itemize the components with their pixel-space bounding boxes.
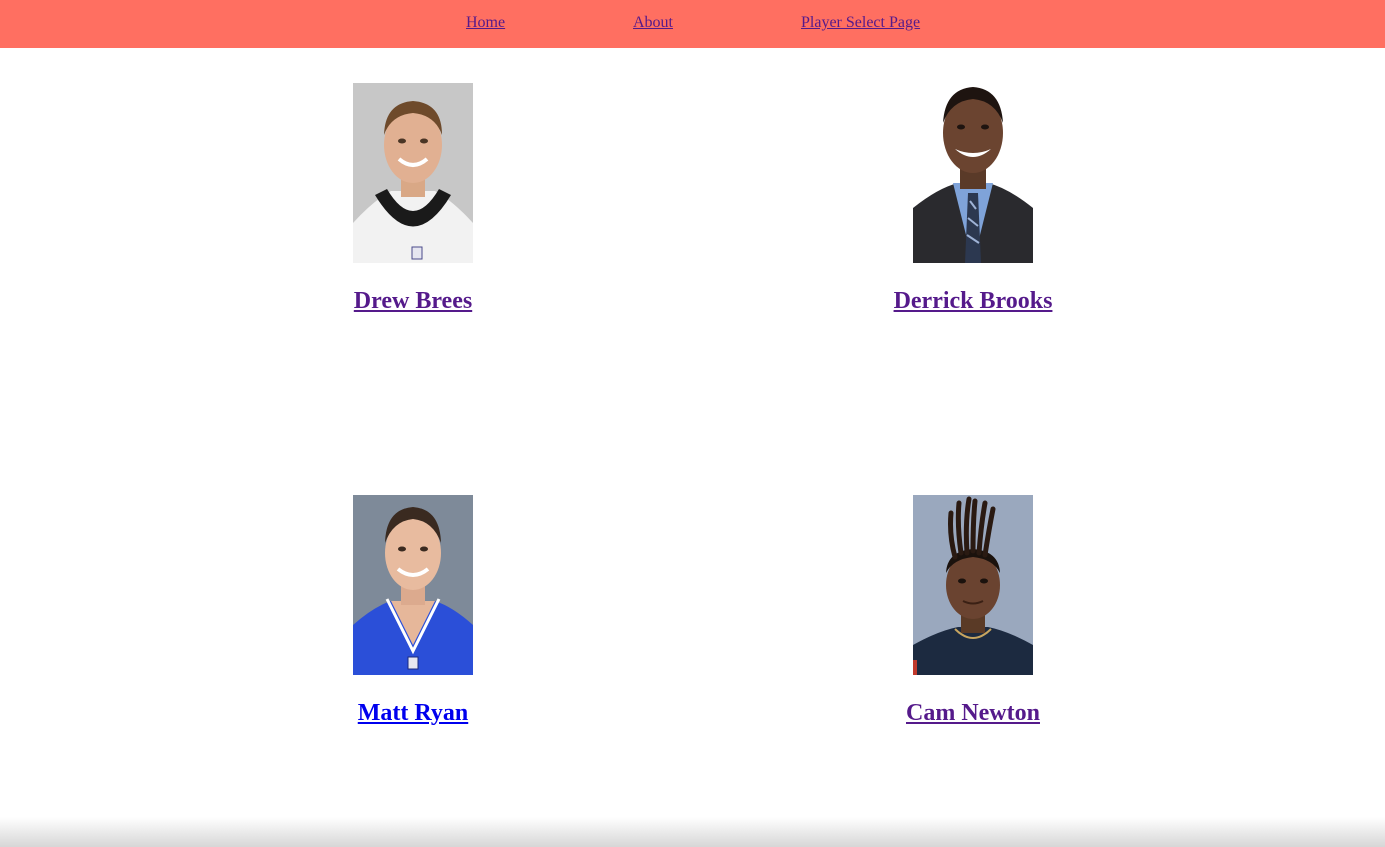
player-link-drew-brees[interactable]: Drew Brees	[354, 286, 472, 316]
player-card-drew-brees: Drew Brees	[293, 83, 533, 316]
player-card-matt-ryan: Matt Ryan	[293, 495, 533, 728]
nav-link-about[interactable]: About	[633, 14, 673, 32]
player-link-derrick-brooks[interactable]: Derrick Brooks	[894, 286, 1053, 316]
bottom-shadow	[0, 817, 1385, 847]
player-photo-cam-newton[interactable]	[913, 495, 1033, 675]
top-navigation-bar: Home About Player Select Page	[0, 0, 1385, 48]
player-card-cam-newton: Cam Newton	[853, 495, 1093, 728]
player-photo-drew-brees[interactable]	[353, 83, 473, 263]
player-card-derrick-brooks: Derrick Brooks	[853, 83, 1093, 316]
nav-link-player-select[interactable]: Player Select Page	[801, 14, 920, 32]
nav-link-home[interactable]: Home	[466, 14, 505, 32]
player-link-cam-newton[interactable]: Cam Newton	[906, 698, 1040, 728]
player-photo-matt-ryan[interactable]	[353, 495, 473, 675]
player-link-matt-ryan[interactable]: Matt Ryan	[358, 698, 468, 728]
player-photo-derrick-brooks[interactable]	[913, 83, 1033, 263]
